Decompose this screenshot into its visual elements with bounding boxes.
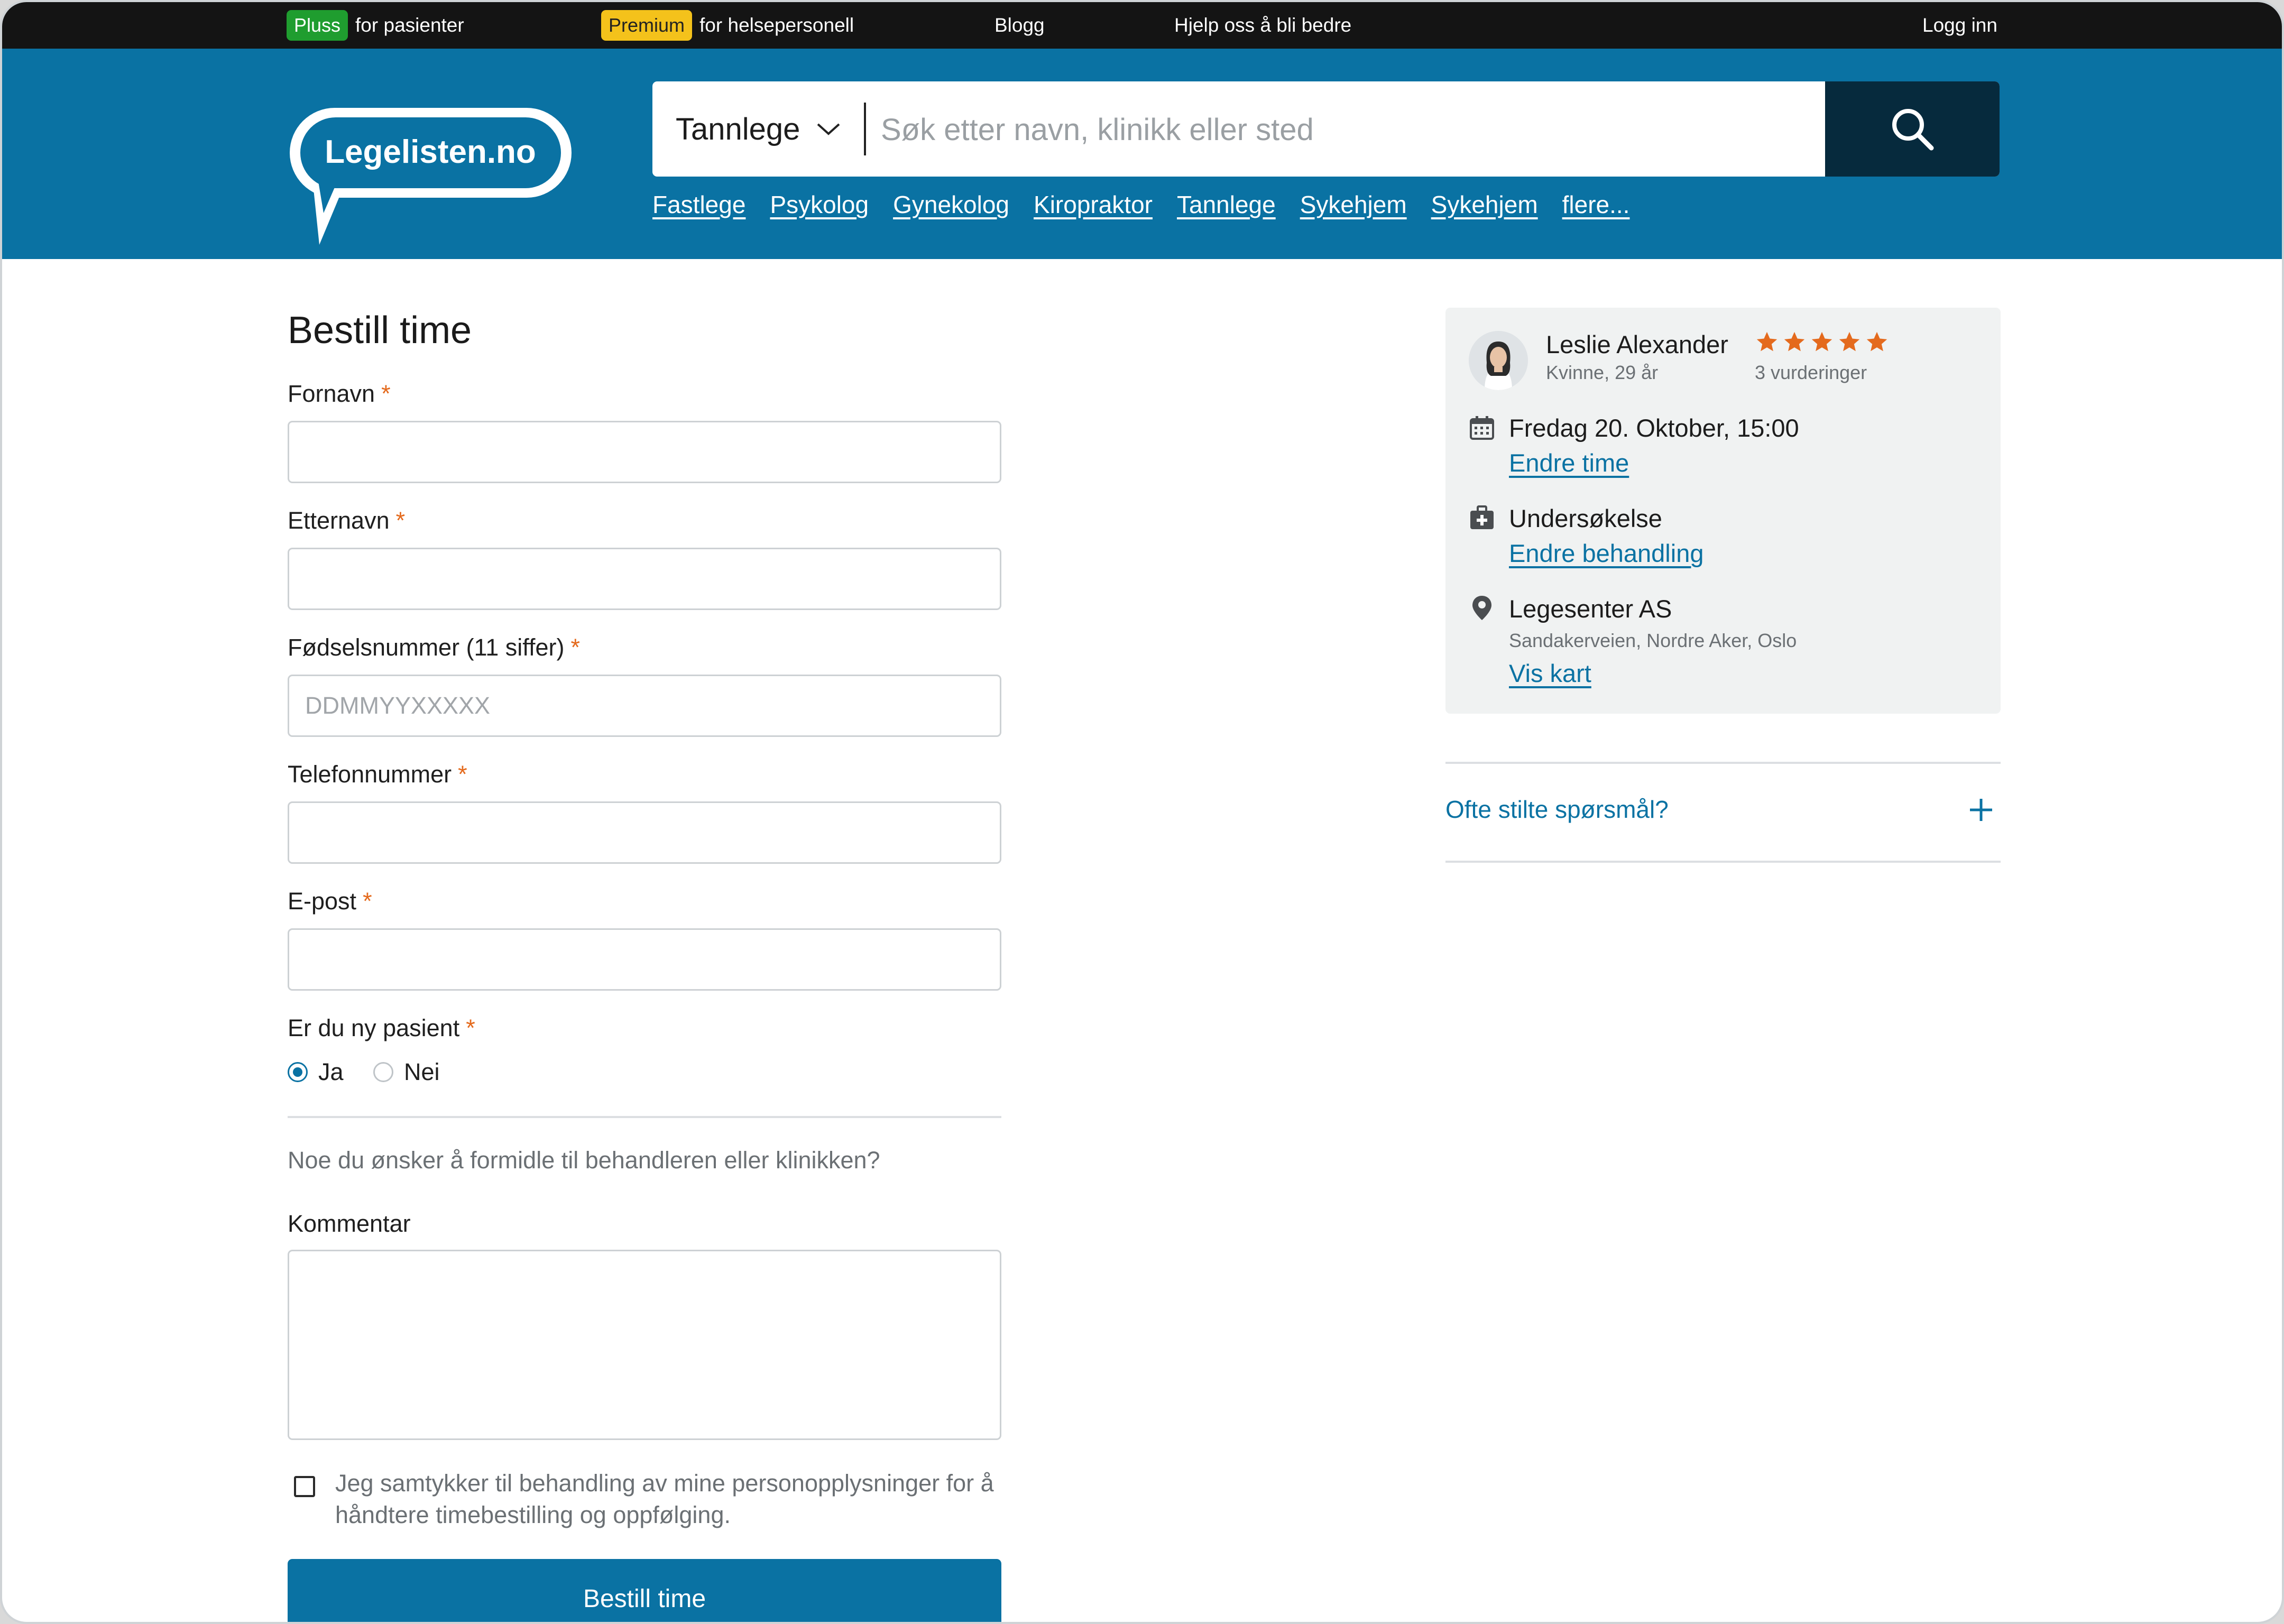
calendar-icon (1470, 416, 1494, 440)
last-name-label-text: Etternavn (288, 507, 390, 534)
ssn-input[interactable] (288, 675, 1001, 737)
help-link[interactable]: Hjelp oss å bli bedre (1174, 2, 1351, 49)
search-icon (1892, 109, 1934, 151)
first-name-input[interactable] (288, 421, 1001, 483)
star-icon (1866, 331, 1887, 352)
avatar (1469, 331, 1528, 390)
chevron-down-icon (817, 123, 840, 135)
doctor-avatar-icon (1469, 331, 1528, 390)
clinic-address: Sandakerveien, Nordre Aker, Oslo (1509, 630, 1797, 651)
rating-count: 3 vurderinger (1755, 362, 1867, 383)
show-map-link[interactable]: Vis kart (1509, 659, 1591, 688)
star-icon (1811, 331, 1832, 352)
login-link[interactable]: Logg inn (1922, 2, 1997, 49)
required-mark: * (363, 888, 372, 915)
phone-label: Telefonnummer * (288, 761, 467, 788)
note-text: Noe du ønsker å formidle til behandleren… (288, 1147, 880, 1174)
premium-link[interactable]: Premium for helsepersonell (601, 2, 854, 49)
premium-badge: Premium (601, 10, 693, 41)
treatment-name: Undersøkelse (1509, 504, 1662, 532)
new-patient-label-text: Er du ny pasient (288, 1014, 460, 1041)
comment-label: Kommentar (288, 1210, 411, 1237)
faq-divider-bottom (1445, 861, 2001, 863)
nav-link-fastlege[interactable]: Fastlege (652, 190, 745, 227)
radio-yes[interactable]: Ja (288, 1058, 344, 1086)
location-pin-icon (1472, 596, 1491, 620)
doctor-meta: Kvinne, 29 år (1546, 362, 1659, 383)
premium-text: for helsepersonell (699, 14, 854, 36)
radio-no[interactable]: Nei (373, 1058, 440, 1086)
faq-divider-top (1445, 762, 2001, 764)
consent-text: Jeg samtykker til behandling av mine per… (335, 1470, 994, 1528)
site-header: Legelisten.no Tannlege Fastlege Psykolog (2, 49, 2282, 259)
radio-yes-label: Ja (318, 1058, 344, 1085)
star-icon (1784, 331, 1805, 352)
browser-frame: Pluss for pasienter Premium for helseper… (0, 0, 2284, 1624)
top-bar: Pluss for pasienter Premium for helseper… (2, 2, 2282, 49)
email-label-text: E-post (288, 888, 357, 915)
required-mark: * (466, 1014, 475, 1041)
ssn-label: Fødselsnummer (11 siffer) * (288, 634, 580, 661)
appointment-summary-card: Leslie Alexander Kvinne, 29 år 3 vurderi… (1445, 308, 2001, 714)
pluss-badge: Pluss (287, 10, 348, 41)
site-logo[interactable]: Legelisten.no (287, 105, 575, 253)
appointment-datetime: Fredag 20. Oktober, 15:00 (1509, 414, 1799, 442)
required-mark: * (570, 634, 580, 661)
comment-textarea[interactable] (288, 1250, 1001, 1440)
category-nav: Fastlege Psykolog Gynekolog Kiropraktor … (652, 190, 1629, 227)
faq-toggle[interactable]: Ofte stilte spørsmål? (1445, 795, 1669, 824)
search-divider (864, 103, 866, 155)
category-value: Tannlege (676, 112, 800, 146)
new-patient-label: Er du ny pasient * (288, 1014, 475, 1042)
nav-link-tannlege[interactable]: Tannlege (1177, 190, 1276, 227)
last-name-label: Etternavn * (288, 507, 405, 534)
change-treatment-link[interactable]: Endre behandling (1509, 539, 1703, 568)
email-label: E-post * (288, 888, 372, 915)
consent-checkbox[interactable] (294, 1476, 315, 1497)
submit-button[interactable]: Bestill time (288, 1559, 1001, 1622)
nav-link-psykolog[interactable]: Psykolog (770, 190, 869, 227)
first-name-label-text: Fornavn (288, 380, 375, 407)
phone-label-text: Telefonnummer (288, 761, 452, 788)
radio-no-label: Nei (404, 1058, 440, 1085)
nav-link-kiropraktor[interactable]: Kiropraktor (1034, 190, 1153, 227)
radio-yes-circle[interactable] (288, 1062, 308, 1082)
doctor-name: Leslie Alexander (1546, 330, 1728, 358)
search-button[interactable] (1825, 81, 2000, 177)
required-mark: * (395, 507, 406, 534)
pluss-text: for pasienter (355, 14, 464, 36)
nav-link-sykehjem-2[interactable]: Sykehjem (1431, 190, 1538, 227)
email-input[interactable] (288, 928, 1001, 991)
logo-speech-bubble-icon: Legelisten.no (290, 108, 572, 245)
phone-input[interactable] (288, 801, 1001, 864)
page-title: Bestill time (288, 309, 472, 352)
required-mark: * (381, 380, 391, 407)
star-icon (1756, 331, 1778, 352)
blog-link[interactable]: Blogg (994, 2, 1045, 49)
radio-no-circle[interactable] (373, 1062, 393, 1082)
pluss-link[interactable]: Pluss for pasienter (287, 2, 464, 49)
change-time-link[interactable]: Endre time (1509, 448, 1629, 477)
clinic-name: Legesenter AS (1509, 595, 1672, 623)
last-name-input[interactable] (288, 548, 1001, 610)
logo-text: Legelisten.no (325, 134, 536, 170)
nav-link-sykehjem[interactable]: Sykehjem (1300, 190, 1407, 227)
search-box: Tannlege (652, 81, 2000, 177)
star-icon (1839, 331, 1860, 352)
nav-link-more[interactable]: flere... (1562, 190, 1630, 227)
required-mark: * (458, 761, 467, 788)
form-divider (288, 1116, 1001, 1118)
nav-link-gynekolog[interactable]: Gynekolog (893, 190, 1009, 227)
rating-stars (1755, 330, 1889, 354)
medical-kit-icon (1470, 505, 1494, 529)
plus-icon[interactable] (1968, 797, 1994, 823)
ssn-label-text: Fødselsnummer (11 siffer) (288, 634, 565, 661)
search-input[interactable] (880, 81, 1781, 177)
first-name-label: Fornavn * (288, 380, 391, 408)
category-select[interactable]: Tannlege (676, 81, 841, 177)
